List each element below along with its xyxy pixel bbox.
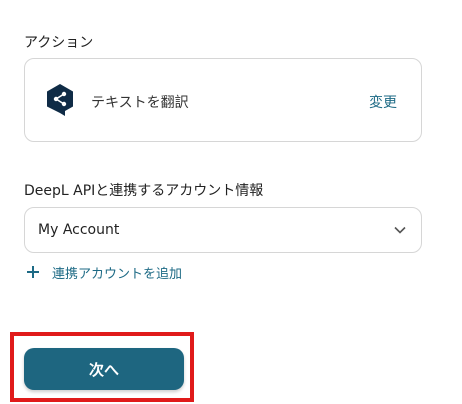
deepl-logo-icon bbox=[47, 84, 73, 116]
account-section-label: DeepL APIと連携するアカウント情報 bbox=[24, 183, 264, 199]
add-account-label: 連携アカウントを追加 bbox=[52, 266, 183, 282]
next-button[interactable]: 次へ bbox=[24, 348, 184, 390]
chevron-down-icon bbox=[394, 226, 406, 234]
change-action-link[interactable]: 変更 bbox=[369, 92, 397, 112]
action-name: テキストを翻訳 bbox=[91, 95, 189, 111]
plus-icon bbox=[27, 266, 39, 278]
action-section-label: アクション bbox=[24, 35, 94, 51]
selected-account-value: My Account bbox=[38, 222, 120, 238]
account-select[interactable]: My Account bbox=[24, 207, 422, 253]
add-account-link[interactable]: 連携アカウントを追加 bbox=[26, 262, 182, 282]
action-card: テキストを翻訳 変更 bbox=[24, 58, 422, 142]
